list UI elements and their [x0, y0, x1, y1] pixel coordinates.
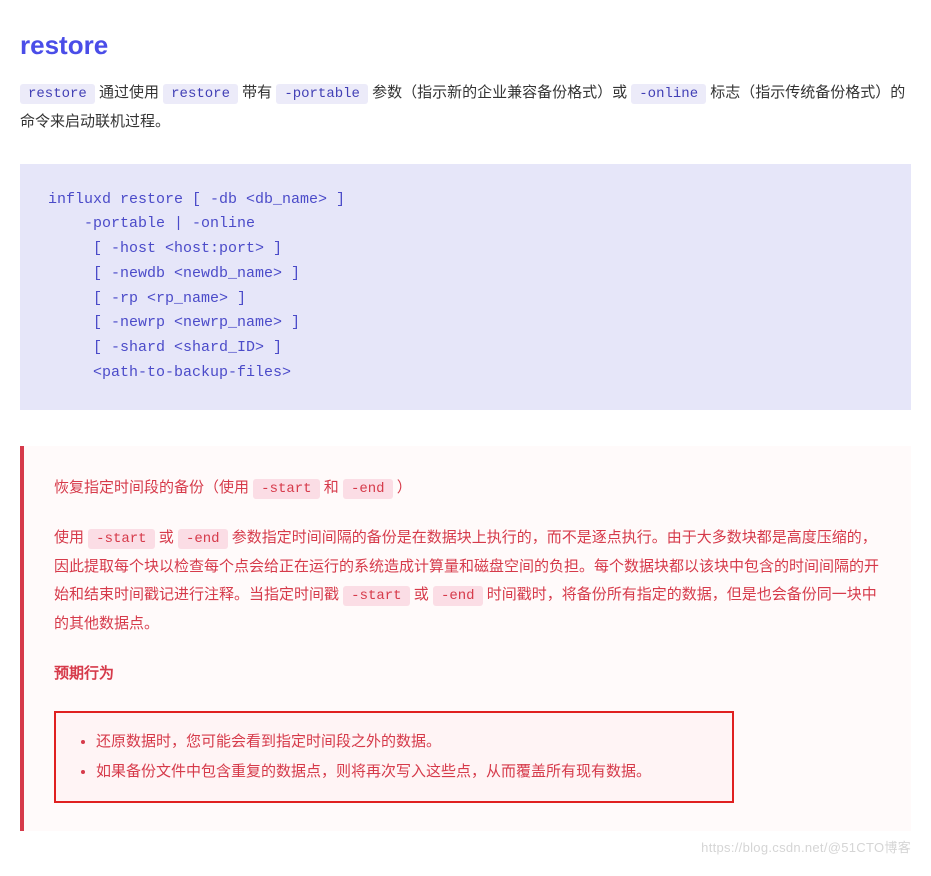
watermark: https://blog.csdn.net/@51CTO博客	[20, 837, 911, 856]
inline-code: -end	[433, 586, 483, 606]
intro-paragraph: restore 通过使用 restore 带有 -portable 参数（指示新…	[20, 79, 911, 136]
code-block: influxd restore [ -db <db_name> ] -porta…	[20, 164, 911, 410]
text: 使用	[54, 529, 88, 546]
page-title: restore	[20, 30, 911, 61]
text: 恢复指定时间段的备份（使用	[54, 479, 253, 496]
text: 带有	[238, 84, 276, 101]
inline-code: -portable	[276, 84, 368, 104]
text: 或	[410, 586, 433, 603]
inline-code: restore	[163, 84, 238, 104]
behavior-list: 还原数据时，您可能会看到指定时间段之外的数据。 如果备份文件中包含重复的数据点，…	[74, 727, 714, 787]
note-subheading: 预期行为	[54, 660, 881, 689]
text: 通过使用	[95, 84, 163, 101]
list-item: 还原数据时，您可能会看到指定时间段之外的数据。	[96, 727, 714, 757]
text: 参数（指示新的企业兼容备份格式）或	[368, 84, 631, 101]
note-paragraph-2: 使用 -start 或 -end 参数指定时间间隔的备份是在数据块上执行的，而不…	[54, 524, 881, 638]
inline-code: -start	[343, 586, 409, 606]
text: ）	[393, 479, 412, 496]
inline-code: -online	[631, 84, 706, 104]
inline-code: -end	[343, 479, 393, 499]
note-paragraph-1: 恢复指定时间段的备份（使用 -start 和 -end ）	[54, 474, 881, 503]
text: 和	[320, 479, 343, 496]
inline-code: -start	[88, 529, 154, 549]
inline-code: -start	[253, 479, 319, 499]
inline-code: restore	[20, 84, 95, 104]
list-item: 如果备份文件中包含重复的数据点，则将再次写入这些点，从而覆盖所有现有数据。	[96, 757, 714, 787]
highlighted-box: 还原数据时，您可能会看到指定时间段之外的数据。 如果备份文件中包含重复的数据点，…	[54, 711, 734, 803]
inline-code: -end	[178, 529, 228, 549]
note-block: 恢复指定时间段的备份（使用 -start 和 -end ） 使用 -start …	[20, 446, 911, 831]
text: 或	[155, 529, 178, 546]
